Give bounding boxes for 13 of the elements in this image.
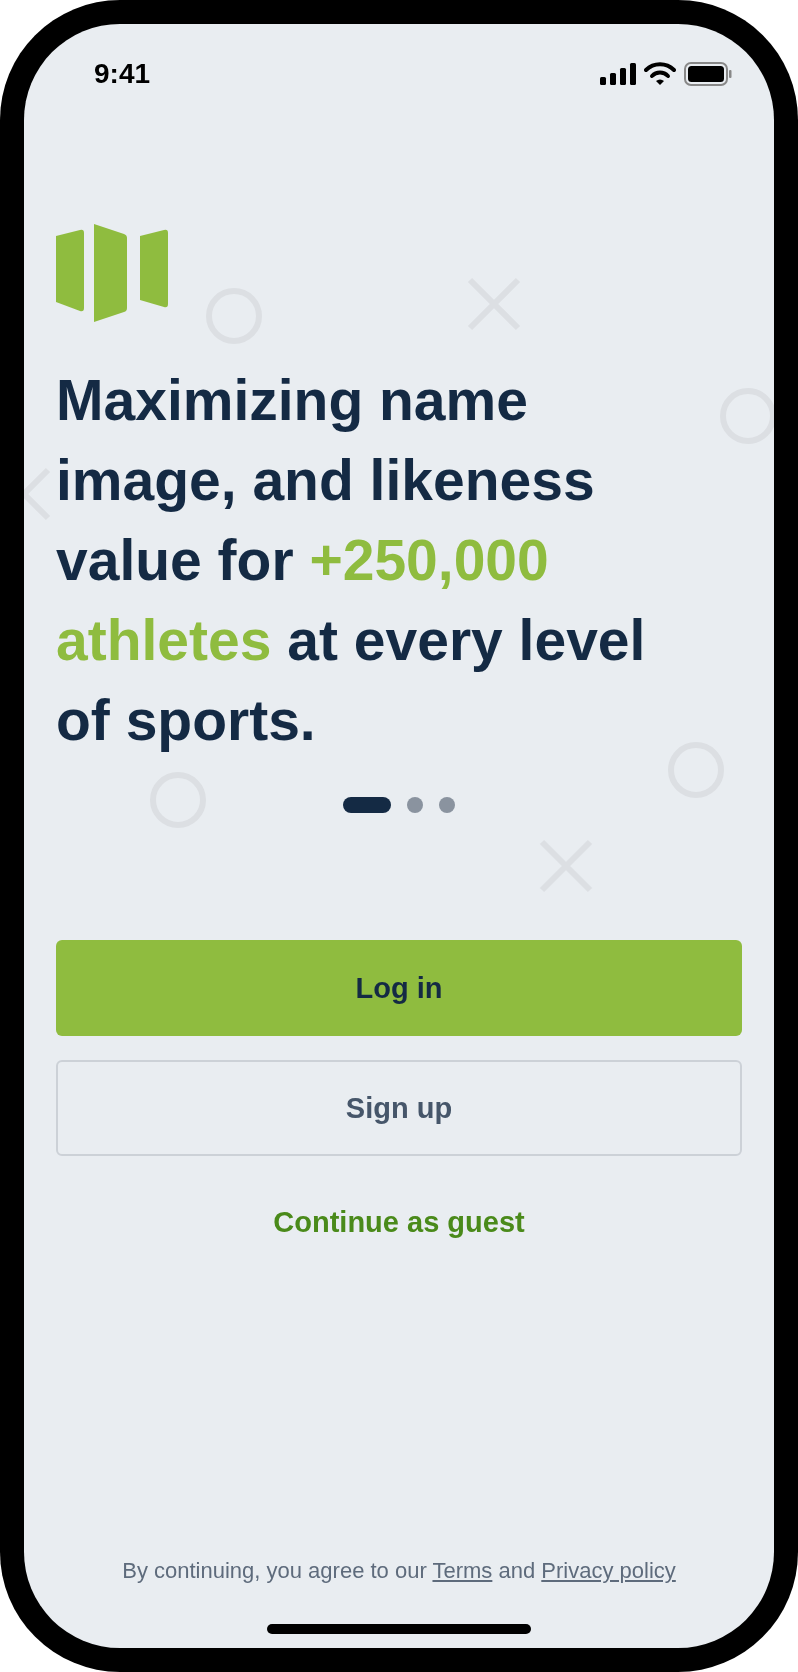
signal-icon <box>600 63 636 85</box>
terms-notice: By continuing, you agree to our Terms and Privacy policy <box>121 1558 677 1584</box>
guest-link[interactable]: Continue as guest <box>265 1198 533 1247</box>
wifi-icon <box>644 62 676 86</box>
headline: Maximizing name image, and likeness value for +250,000 athletes at every level of sports. <box>56 367 647 754</box>
terms-link[interactable]: Terms <box>432 1558 493 1583</box>
logo-icon <box>56 224 169 322</box>
signup-button[interactable]: Sign up <box>56 1060 742 1156</box>
page-indicator[interactable] <box>343 797 391 813</box>
login-button[interactable]: Log in <box>56 940 742 1036</box>
privacy-link[interactable]: Privacy policy <box>541 1558 676 1583</box>
battery-icon <box>684 62 732 86</box>
status-time: 9:41 <box>94 58 151 90</box>
